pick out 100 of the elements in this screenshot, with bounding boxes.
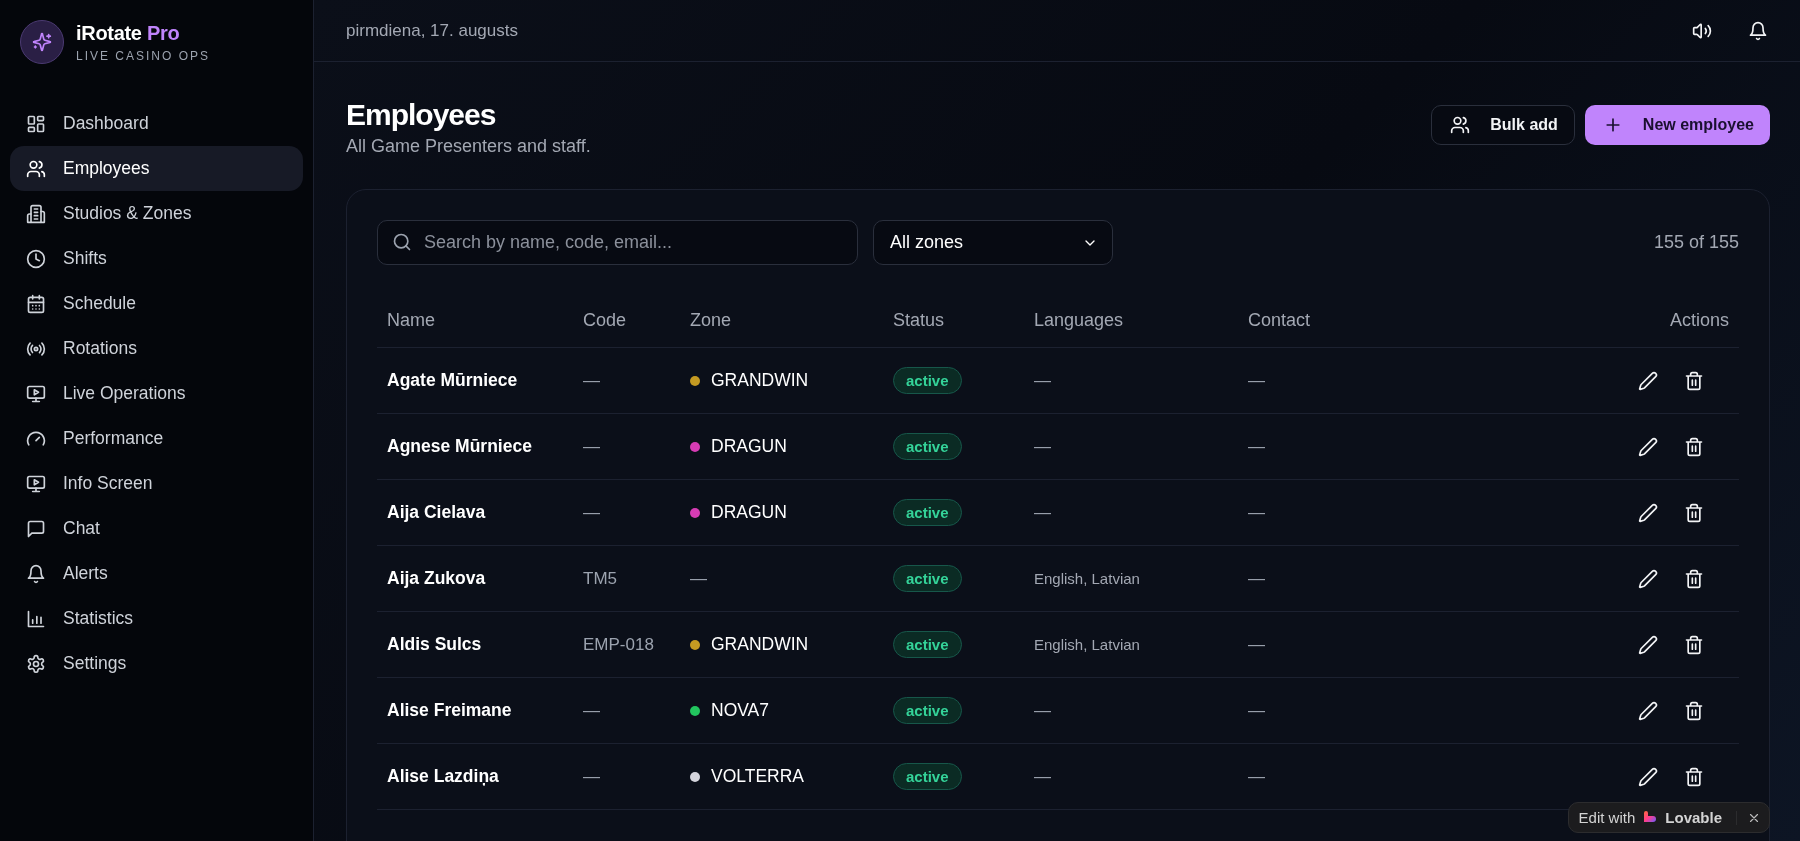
contact-cell-text: — [1248,370,1266,391]
sidebar-item[interactable]: Live Operations [10,371,303,416]
employee-name: Aija Zukova [387,568,487,589]
edit-with-toast[interactable]: Edit with Lovable [1567,802,1770,833]
delete-button[interactable] [1684,436,1704,457]
status-badge: active [893,499,962,526]
languages-cell-text: — [1034,436,1052,457]
pencil-icon [1638,436,1658,457]
trash-icon [1684,568,1704,589]
settings-icon [26,653,46,674]
delete-button[interactable] [1684,700,1704,721]
sidebar-item[interactable]: Alerts [10,551,303,596]
zone-label: DRAGUN [711,502,787,523]
delete-button[interactable] [1684,766,1704,787]
sidebar-item[interactable]: Employees [10,146,303,191]
sparkle-glyph-icon [32,32,52,52]
dashboard-icon [26,113,46,134]
contact-cell-text: — [1248,766,1266,787]
zone-label: — [690,568,707,589]
status-badge: active [893,697,962,724]
column-header: Name [387,310,436,331]
contact-cell-text: — [1248,568,1266,589]
sidebar-item[interactable]: Performance [10,416,303,461]
employee-name: Agate Mūrniece [387,370,519,391]
edit-button[interactable] [1638,502,1658,523]
zone-dropdown[interactable]: All zones [873,220,1113,265]
languages-cell-text: English, Latvian [1034,636,1141,653]
bulk-add-button[interactable]: Bulk add [1431,105,1575,145]
languages-cell-text: — [1034,370,1052,391]
employee-name: Alise Freimane [387,700,513,721]
sidebar-item[interactable]: Studios & Zones [10,191,303,236]
monitor-icon [26,473,46,494]
close-button[interactable] [1736,810,1761,825]
column-header: Contact [1248,310,1312,331]
delete-button[interactable] [1684,634,1704,655]
employee-name: Alise Lazdiņa [387,766,500,787]
edit-button[interactable] [1638,634,1658,655]
languages-cell-text: — [1034,502,1052,523]
bar-chart-icon [26,608,46,629]
column-header: Code [583,310,628,331]
delete-button[interactable] [1684,568,1704,589]
pencil-icon [1638,700,1658,721]
pencil-icon [1638,370,1658,391]
column-header: Zone [690,310,733,331]
zone-label: GRANDWIN [711,370,809,391]
sidebar-item[interactable]: Shifts [10,236,303,281]
edit-button[interactable] [1638,568,1658,589]
pencil-icon [1638,502,1658,523]
app-tagline: LIVE CASINO OPS [76,48,211,63]
status-badge: active [893,433,962,460]
employee-name: Aija Cielava [387,502,487,523]
trash-icon [1684,502,1704,523]
page-title: Employees [346,98,497,132]
result-count: 155 of 155 [1653,232,1739,253]
sidebar-item[interactable]: Statistics [10,596,303,641]
sidebar-item[interactable]: Info Screen [10,461,303,506]
date-label: pirmdiena, 17. augusts [346,20,519,41]
pencil-icon [1638,568,1658,589]
status-badge: active [893,631,962,658]
sidebar-item[interactable]: Dashboard [10,101,303,146]
trash-icon [1684,766,1704,787]
contact-cell-text: — [1248,634,1266,655]
delete-button[interactable] [1684,370,1704,391]
page-subtitle: All Game Presenters and staff. [346,136,591,157]
edit-button[interactable] [1638,370,1658,391]
trash-icon [1684,634,1704,655]
badge-text: Edit with [1578,809,1636,826]
edit-button[interactable] [1638,766,1658,787]
edit-button[interactable] [1638,700,1658,721]
languages-cell-text: English, Latvian [1034,570,1141,587]
employee-code: EMP-018 [583,634,655,655]
bell-icon [26,563,46,584]
pencil-icon [1638,766,1658,787]
sidebar-item[interactable]: Rotations [10,326,303,371]
monitor-icon [26,383,46,404]
zone-label: DRAGUN [711,436,787,457]
notifications-button[interactable] [1748,20,1768,41]
delete-button[interactable] [1684,502,1704,523]
sound-button[interactable] [1692,20,1712,41]
contact-cell-text: — [1248,502,1266,523]
sidebar-item[interactable]: Chat [10,506,303,551]
clock-icon [26,248,46,269]
users-icon [26,158,46,179]
new-employee-button[interactable]: New employee [1584,105,1770,145]
employee-code: — [583,436,601,457]
languages-cell-text: — [1034,766,1052,787]
search-field[interactable]: Search by name, code, email... [377,220,858,265]
employee-name: Aldis Sulcs [387,634,483,655]
employee-code: — [583,502,601,523]
building-icon [26,203,46,224]
bell-icon [1748,20,1768,41]
trash-icon [1684,370,1704,391]
edit-button[interactable] [1638,436,1658,457]
zone-label: NOVA7 [711,700,770,721]
sidebar-item[interactable]: Schedule [10,281,303,326]
pencil-icon [1638,634,1658,655]
sidebar-item[interactable]: Settings [10,641,303,686]
employee-code: TM5 [583,568,618,589]
languages-cell-text: — [1034,700,1052,721]
zone-label: VOLTERRA [711,766,805,787]
